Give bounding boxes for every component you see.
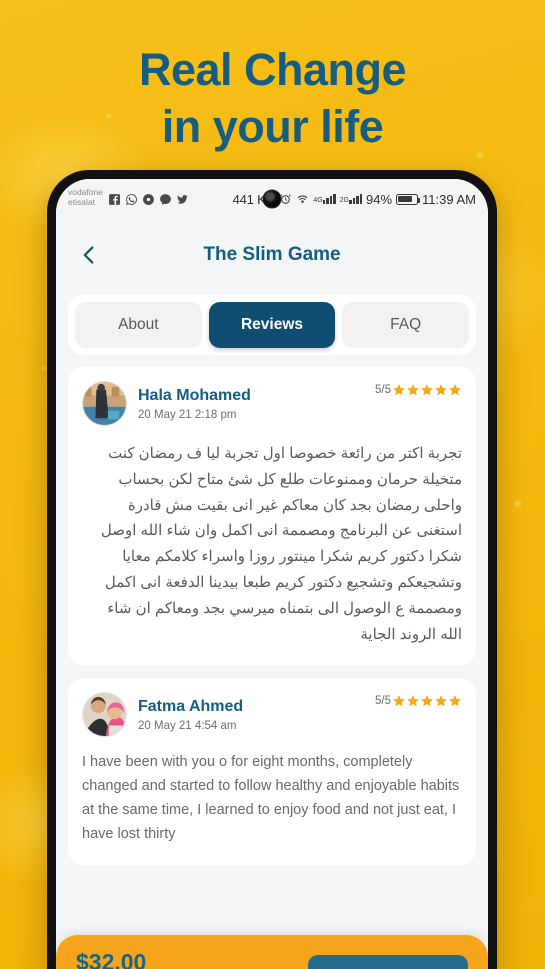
review-date: 20 May 21 4:54 am <box>138 720 237 733</box>
star-icon <box>449 384 461 396</box>
carrier-labels: vodafone etisalat <box>68 187 103 208</box>
star-icon <box>435 695 447 707</box>
sim2-network-label: 2G <box>339 197 349 204</box>
headline-line-1: Real Change <box>138 44 407 95</box>
reviewer-name: Fatma Ahmed <box>138 698 244 716</box>
star-icon <box>393 695 405 707</box>
back-button[interactable] <box>74 240 104 270</box>
star-icon <box>421 695 433 707</box>
messenger-ball-icon <box>142 193 155 206</box>
review-card: Hala Mohamed 20 May 21 2:18 pm 5/5 تجربة… <box>68 367 476 666</box>
star-rating <box>392 383 462 397</box>
carrier-2-label: etisalat <box>68 197 95 207</box>
wifi-icon <box>296 193 309 206</box>
star-icon <box>449 695 461 707</box>
status-notification-icons <box>108 193 189 206</box>
star-icon <box>407 695 419 707</box>
clock-label: 11:39 AM <box>422 191 476 207</box>
avatar <box>82 381 127 426</box>
buy-button[interactable] <box>308 954 468 969</box>
front-camera-punch-hole <box>262 189 282 209</box>
star-rating <box>392 694 462 708</box>
reviewer-name: Hala Mohamed <box>138 387 251 404</box>
sim1-signal: 4G <box>313 194 336 204</box>
price-bar: $32.00 <box>56 935 488 969</box>
review-body: I have been with you o for eight months,… <box>82 754 460 843</box>
star-icon <box>393 384 405 396</box>
reviewer-info: Fatma Ahmed 20 May 21 4:54 am <box>138 697 243 732</box>
rating-value: 5/5 <box>375 384 391 396</box>
app-header: The Slim Game <box>56 219 488 291</box>
rating: 5/5 <box>375 383 462 397</box>
battery-icon <box>396 193 421 205</box>
sim1-signal-bars <box>322 194 336 204</box>
twitter-icon <box>176 193 189 206</box>
star-icon <box>435 384 447 396</box>
review-card: Fatma Ahmed 20 May 21 4:54 am 5/5 I have… <box>68 678 476 866</box>
tab-bar: About Reviews FAQ <box>68 295 476 355</box>
phone-mockup: vodafone etisalat 441 K/s 4G 2G 94% 11:3… <box>47 170 497 969</box>
phone-screen: vodafone etisalat 441 K/s 4G 2G 94% 11:3… <box>56 179 488 969</box>
star-icon <box>407 384 419 396</box>
review-header: Hala Mohamed 20 May 21 2:18 pm 5/5 <box>82 381 462 426</box>
avatar <box>82 692 127 738</box>
whatsapp-icon <box>125 193 138 206</box>
rating-value: 5/5 <box>375 695 391 708</box>
review-header: Fatma Ahmed 20 May 21 4:54 am 5/5 <box>82 692 462 738</box>
price-label: $32.00 <box>76 949 147 969</box>
page-title: The Slim Game <box>203 244 341 265</box>
reviewer-info: Hala Mohamed 20 May 21 2:18 pm <box>138 386 251 421</box>
tab-reviews[interactable]: Reviews <box>208 302 336 348</box>
sim1-network-label: 4G <box>313 197 323 204</box>
status-bar: vodafone etisalat 441 K/s 4G 2G 94% 11:3… <box>56 179 488 219</box>
star-icon <box>421 384 433 396</box>
sim2-signal-bars <box>349 194 362 204</box>
sim2-signal: 2G <box>340 194 362 204</box>
review-date: 20 May 21 2:18 pm <box>138 409 237 421</box>
headline-line-2: in your life <box>161 100 384 152</box>
chevron-left-icon <box>83 246 94 264</box>
chat-icon <box>159 193 172 206</box>
review-body: تجربة اكتر من رائعة خصوصا اول تجربة ليا … <box>100 445 462 643</box>
tab-about[interactable]: About <box>75 302 202 348</box>
facebook-icon <box>108 193 121 206</box>
page-headline: Real Change in your life <box>0 42 545 155</box>
reviews-list[interactable]: Hala Mohamed 20 May 21 2:18 pm 5/5 تجربة… <box>56 367 488 969</box>
rating: 5/5 <box>375 694 462 708</box>
tab-faq[interactable]: FAQ <box>342 302 470 348</box>
battery-percent-label: 94% <box>366 191 393 207</box>
